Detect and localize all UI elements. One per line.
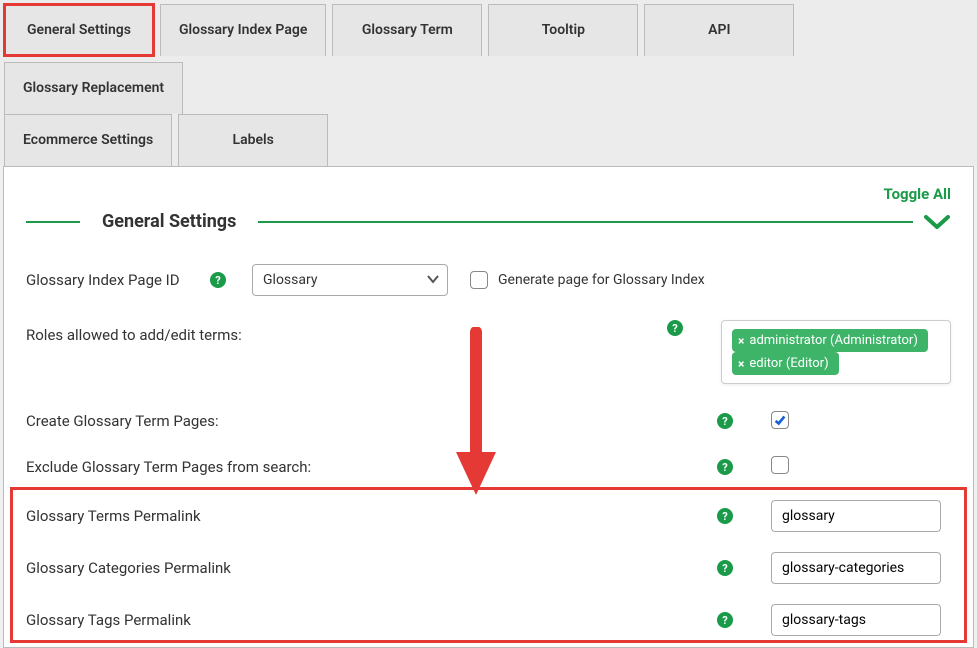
tag-remove-icon[interactable]: ×	[738, 334, 744, 348]
tabs-row-1: General Settings Glossary Index Page Glo…	[4, 4, 973, 114]
select-index-page-wrap: Glossary	[252, 264, 448, 296]
input-tags-permalink[interactable]	[771, 604, 941, 636]
help-icon[interactable]: ?	[667, 320, 683, 336]
roles-tag-input[interactable]: × administrator (Administrator) × editor…	[721, 320, 951, 384]
row-roles: Roles allowed to add/edit terms: ? × adm…	[26, 306, 951, 398]
tabs-container: General Settings Glossary Index Page Glo…	[0, 0, 977, 166]
tag-remove-icon[interactable]: ×	[738, 357, 744, 371]
help-icon[interactable]: ?	[717, 413, 733, 429]
checkbox-generate-page[interactable]	[470, 271, 488, 289]
help-icon[interactable]: ?	[717, 612, 733, 628]
toggle-all-link[interactable]: Toggle All	[884, 185, 951, 203]
section-title: General Settings	[80, 211, 258, 232]
section-divider-right	[258, 221, 913, 223]
row-terms-permalink: Glossary Terms Permalink ?	[26, 490, 951, 542]
content-panel: Toggle All General Settings Glossary Ind…	[3, 166, 974, 648]
section-divider-left	[26, 221, 80, 223]
label-roles: Roles allowed to add/edit terms:	[26, 320, 266, 344]
tab-ecommerce-settings[interactable]: Ecommerce Settings	[4, 114, 172, 166]
tab-tooltip[interactable]: Tooltip	[488, 4, 638, 56]
generate-page-group: Generate page for Glossary Index	[470, 271, 705, 289]
help-icon[interactable]: ?	[717, 459, 733, 475]
row-exclude-search: Exclude Glossary Term Pages from search:…	[26, 444, 951, 490]
label-terms-permalink: Glossary Terms Permalink	[26, 507, 446, 525]
tab-glossary-replacement[interactable]: Glossary Replacement	[4, 62, 183, 114]
label-create-pages: Create Glossary Term Pages:	[26, 412, 446, 430]
checkbox-exclude-search[interactable]	[771, 456, 789, 474]
label-generate-page: Generate page for Glossary Index	[498, 272, 705, 288]
tab-glossary-index-page[interactable]: Glossary Index Page	[160, 4, 326, 56]
chevron-down-icon[interactable]	[923, 212, 951, 232]
toggle-all-row: Toggle All	[26, 185, 951, 203]
tab-labels[interactable]: Labels	[178, 114, 328, 166]
label-tags-permalink: Glossary Tags Permalink	[26, 611, 446, 629]
row-create-pages: Create Glossary Term Pages: ?	[26, 398, 951, 444]
section-header: General Settings	[26, 211, 951, 232]
label-index-page: Glossary Index Page ID	[26, 271, 206, 289]
label-exclude-search: Exclude Glossary Term Pages from search:	[26, 458, 446, 476]
help-icon[interactable]: ?	[717, 508, 733, 524]
tab-api[interactable]: API	[644, 4, 794, 56]
input-terms-permalink[interactable]	[771, 500, 941, 532]
row-tags-permalink: Glossary Tags Permalink ?	[26, 594, 951, 646]
input-categories-permalink[interactable]	[771, 552, 941, 584]
help-icon[interactable]: ?	[210, 272, 226, 288]
checkbox-create-pages[interactable]	[771, 411, 789, 429]
tabs-row-2: Ecommerce Settings Labels	[4, 114, 973, 166]
tab-glossary-term[interactable]: Glossary Term	[332, 4, 482, 56]
row-index-page: Glossary Index Page ID ? Glossary Genera…	[26, 254, 951, 306]
select-index-page[interactable]: Glossary	[252, 264, 448, 296]
row-categories-permalink: Glossary Categories Permalink ?	[26, 542, 951, 594]
help-icon[interactable]: ?	[717, 560, 733, 576]
tag-editor: × editor (Editor)	[732, 352, 839, 375]
label-categories-permalink: Glossary Categories Permalink	[26, 559, 446, 577]
tab-general-settings[interactable]: General Settings	[4, 4, 154, 56]
tag-administrator: × administrator (Administrator)	[732, 329, 928, 352]
